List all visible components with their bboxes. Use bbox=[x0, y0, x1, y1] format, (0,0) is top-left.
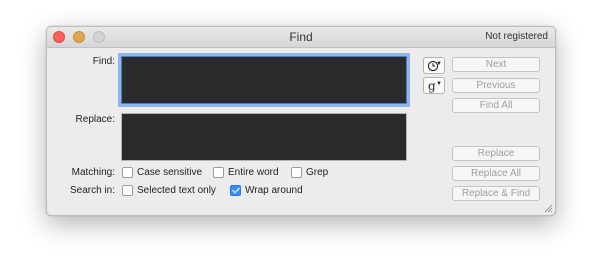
wrap-around-checkbox[interactable] bbox=[230, 185, 241, 196]
find-field[interactable] bbox=[121, 56, 407, 104]
replace-all-button[interactable]: Replace All bbox=[452, 166, 540, 181]
previous-button[interactable]: Previous bbox=[452, 78, 540, 93]
replace-field[interactable] bbox=[121, 113, 407, 161]
chevron-down-icon: ▼ bbox=[436, 61, 442, 67]
entire-word-checkbox[interactable] bbox=[213, 167, 224, 178]
wrap-around-label[interactable]: Wrap around bbox=[245, 185, 303, 196]
find-label: Find: bbox=[92, 56, 115, 67]
selected-text-only-label[interactable]: Selected text only bbox=[137, 185, 216, 196]
window-title: Find bbox=[289, 30, 313, 44]
replace-label: Replace: bbox=[75, 114, 115, 125]
find-all-button[interactable]: Find All bbox=[452, 98, 540, 113]
matching-label: Matching: bbox=[71, 167, 115, 178]
grep-patterns-button[interactable]: g ▼ bbox=[423, 77, 445, 94]
registration-status: Not registered bbox=[485, 31, 548, 42]
grep-label[interactable]: Grep bbox=[306, 167, 328, 178]
grep-g-icon: g bbox=[428, 79, 436, 93]
selected-text-only-checkbox[interactable] bbox=[122, 185, 133, 196]
find-window: Find Not registered Find: ▼ g ▼ Replace:… bbox=[46, 26, 556, 216]
next-button[interactable]: Next bbox=[452, 57, 540, 72]
entire-word-label[interactable]: Entire word bbox=[228, 167, 279, 178]
grep-checkbox[interactable] bbox=[291, 167, 302, 178]
resize-grip-icon[interactable] bbox=[543, 203, 553, 213]
title-bar[interactable]: Find Not registered bbox=[47, 27, 555, 48]
chevron-down-icon: ▼ bbox=[436, 81, 442, 87]
case-sensitive-checkbox[interactable] bbox=[122, 167, 133, 178]
replace-button[interactable]: Replace bbox=[452, 146, 540, 161]
case-sensitive-label[interactable]: Case sensitive bbox=[137, 167, 202, 178]
replace-and-find-button[interactable]: Replace & Find bbox=[452, 186, 540, 201]
search-in-label: Search in: bbox=[69, 185, 115, 196]
recent-searches-button[interactable]: ▼ bbox=[423, 57, 445, 74]
